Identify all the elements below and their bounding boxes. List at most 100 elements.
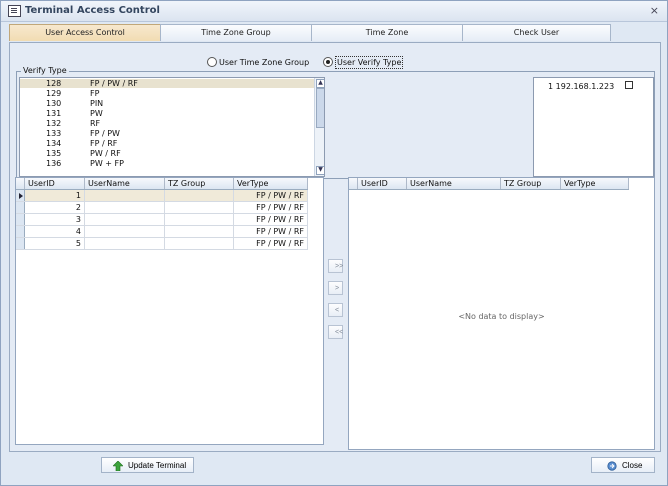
tab-time-zone-group[interactable]: Time Zone Group <box>160 24 312 41</box>
scroll-up-icon[interactable]: ▲ <box>316 79 324 88</box>
verify-type-label: RF <box>90 119 101 128</box>
cell-username <box>85 238 165 249</box>
verify-type-row[interactable]: 129 FP <box>20 89 324 98</box>
terminal-checkbox[interactable] <box>625 81 633 89</box>
col-username[interactable]: UserName <box>85 178 165 189</box>
cell-tz-group <box>165 202 234 213</box>
title-bar: Terminal Access Control × <box>1 1 667 22</box>
verify-type-row[interactable]: 128 FP / PW / RF <box>20 79 324 88</box>
verify-type-label: PW / RF <box>90 149 121 158</box>
table-row[interactable]: 4 FP / PW / RF <box>16 226 308 238</box>
cell-userid: 5 <box>25 238 85 249</box>
radio-label: User Verify Type <box>335 56 404 69</box>
verify-type-id: 135 <box>46 149 62 158</box>
cell-tz-group <box>165 214 234 225</box>
radio-user-time-zone-group[interactable]: User Time Zone Group <box>207 56 315 69</box>
verify-type-scrollbar[interactable]: ▲ ▼ <box>314 78 324 176</box>
col-vertype[interactable]: VerType <box>234 178 308 189</box>
green-up-arrow-icon <box>113 461 123 471</box>
row-indicator <box>16 226 25 237</box>
verify-type-label: PW <box>90 109 103 118</box>
radio-label: User Time Zone Group <box>219 58 310 67</box>
right-user-grid[interactable]: UserID UserName TZ Group VerType <No dat… <box>348 177 655 450</box>
cell-username <box>85 214 165 225</box>
tab-check-user[interactable]: Check User <box>462 24 611 41</box>
cell-tz-group <box>165 190 234 201</box>
col-userid[interactable]: UserID <box>25 178 85 189</box>
row-indicator <box>16 238 25 249</box>
verify-type-id: 129 <box>46 89 62 98</box>
col-tz-group[interactable]: TZ Group <box>165 178 234 189</box>
move-left-button[interactable]: < <box>328 303 343 317</box>
verify-type-label: FP / PW / RF <box>90 79 138 88</box>
blue-circle-arrow-icon <box>607 461 617 471</box>
close-icon[interactable]: × <box>650 4 659 17</box>
radio-selected-icon <box>323 57 333 67</box>
cell-username <box>85 202 165 213</box>
move-right-button[interactable]: > <box>328 281 343 295</box>
cell-tz-group <box>165 238 234 249</box>
verify-type-id: 134 <box>46 139 62 148</box>
update-terminal-label: Update Terminal <box>128 461 187 470</box>
row-indicator <box>16 214 25 225</box>
cell-vertype: FP / PW / RF <box>234 238 308 249</box>
row-indicator <box>16 202 25 213</box>
cell-userid: 3 <box>25 214 85 225</box>
radio-user-verify-type[interactable]: User Verify Type <box>323 56 404 69</box>
verify-type-label: FP / RF <box>90 139 118 148</box>
terminal-label: 1 192.168.1.223 <box>548 82 615 91</box>
current-row-arrow-icon <box>16 190 25 201</box>
close-label: Close <box>622 461 643 470</box>
left-grid-header: UserID UserName TZ Group VerType <box>16 178 308 190</box>
verify-type-id: 130 <box>46 99 62 108</box>
empty-grid-message: <No data to display> <box>458 312 545 321</box>
verify-type-label: FP <box>90 89 100 98</box>
verify-type-row[interactable]: 130 PIN <box>20 99 324 108</box>
radio-circle-icon <box>207 57 217 67</box>
move-all-right-button[interactable]: >> <box>328 259 343 273</box>
verify-type-row[interactable]: 132 RF <box>20 119 324 128</box>
terminal-list: 1 192.168.1.223 <box>533 77 654 177</box>
verify-type-id: 132 <box>46 119 62 128</box>
verify-type-label: PW + FP <box>90 159 124 168</box>
table-row[interactable]: 3 FP / PW / RF <box>16 214 308 226</box>
col-vertype[interactable]: VerType <box>561 178 629 189</box>
verify-type-row[interactable]: 135 PW / RF <box>20 149 324 158</box>
verify-type-id: 131 <box>46 109 62 118</box>
cell-vertype: FP / PW / RF <box>234 190 308 201</box>
cell-vertype: FP / PW / RF <box>234 226 308 237</box>
update-terminal-button[interactable]: Update Terminal <box>101 457 194 473</box>
verify-type-list[interactable]: 128 FP / PW / RF 129 FP 130 PIN 131 PW 1… <box>19 77 325 177</box>
verify-type-id: 128 <box>46 79 62 88</box>
scroll-thumb[interactable] <box>316 88 324 128</box>
group-legend: Verify Type <box>21 66 69 75</box>
cell-tz-group <box>165 226 234 237</box>
verify-type-label: FP / PW <box>90 129 120 138</box>
table-row[interactable]: 5 FP / PW / RF <box>16 238 308 250</box>
cell-userid: 2 <box>25 202 85 213</box>
move-all-left-button[interactable]: << <box>328 325 343 339</box>
col-userid[interactable]: UserID <box>358 178 407 189</box>
verify-type-id: 133 <box>46 129 62 138</box>
verify-type-label: PIN <box>90 99 104 108</box>
table-row[interactable]: 1 FP / PW / RF <box>16 190 308 202</box>
cell-username <box>85 226 165 237</box>
tab-user-access-control[interactable]: User Access Control <box>9 24 161 41</box>
cell-vertype: FP / PW / RF <box>234 202 308 213</box>
window-title: Terminal Access Control <box>25 5 160 16</box>
col-username[interactable]: UserName <box>407 178 501 189</box>
left-user-grid[interactable]: UserID UserName TZ Group VerType 1 FP / … <box>15 177 324 445</box>
cell-vertype: FP / PW / RF <box>234 214 308 225</box>
verify-type-row[interactable]: 131 PW <box>20 109 324 118</box>
table-row[interactable]: 2 FP / PW / RF <box>16 202 308 214</box>
cell-username <box>85 190 165 201</box>
col-tz-group[interactable]: TZ Group <box>501 178 561 189</box>
verify-type-row[interactable]: 134 FP / RF <box>20 139 324 148</box>
verify-type-row[interactable]: 133 FP / PW <box>20 129 324 138</box>
close-button[interactable]: Close <box>591 457 655 473</box>
cell-userid: 4 <box>25 226 85 237</box>
right-grid-header: UserID UserName TZ Group VerType <box>349 178 629 190</box>
verify-type-row[interactable]: 136 PW + FP <box>20 159 324 168</box>
tab-time-zone[interactable]: Time Zone <box>311 24 463 41</box>
scroll-down-icon[interactable]: ▼ <box>316 166 324 175</box>
